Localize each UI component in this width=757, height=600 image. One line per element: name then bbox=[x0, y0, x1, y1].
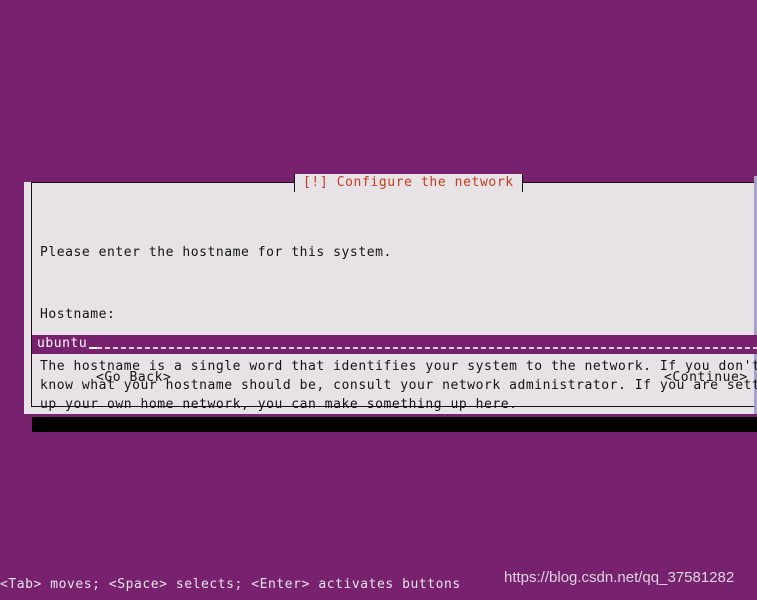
dialog-title-container: [!] Configure the network bbox=[294, 174, 523, 192]
configure-network-dialog: [!] Configure the network Please enter t… bbox=[24, 174, 757, 414]
dialog-title: [!] Configure the network bbox=[303, 175, 514, 190]
title-right-tick bbox=[521, 174, 523, 192]
title-left-tick bbox=[294, 174, 295, 192]
input-fill-dashes bbox=[97, 347, 757, 349]
hostname-input[interactable]: ubuntu bbox=[32, 335, 757, 354]
installer-screen: [!] Configure the network Please enter t… bbox=[0, 0, 757, 600]
continue-button[interactable]: <Continue> bbox=[664, 369, 748, 386]
go-back-button[interactable]: <Go Back> bbox=[96, 369, 171, 386]
text-cursor bbox=[89, 347, 97, 349]
watermark: https://blog.csdn.net/qq_37581282 bbox=[504, 569, 735, 586]
hostname-input-value: ubuntu bbox=[37, 336, 88, 351]
hostname-label: Hostname: bbox=[40, 307, 116, 322]
dialog-body-text: Please enter the hostname for this syste… bbox=[40, 205, 757, 452]
dialog-paragraph-1: Please enter the hostname for this syste… bbox=[40, 245, 392, 260]
